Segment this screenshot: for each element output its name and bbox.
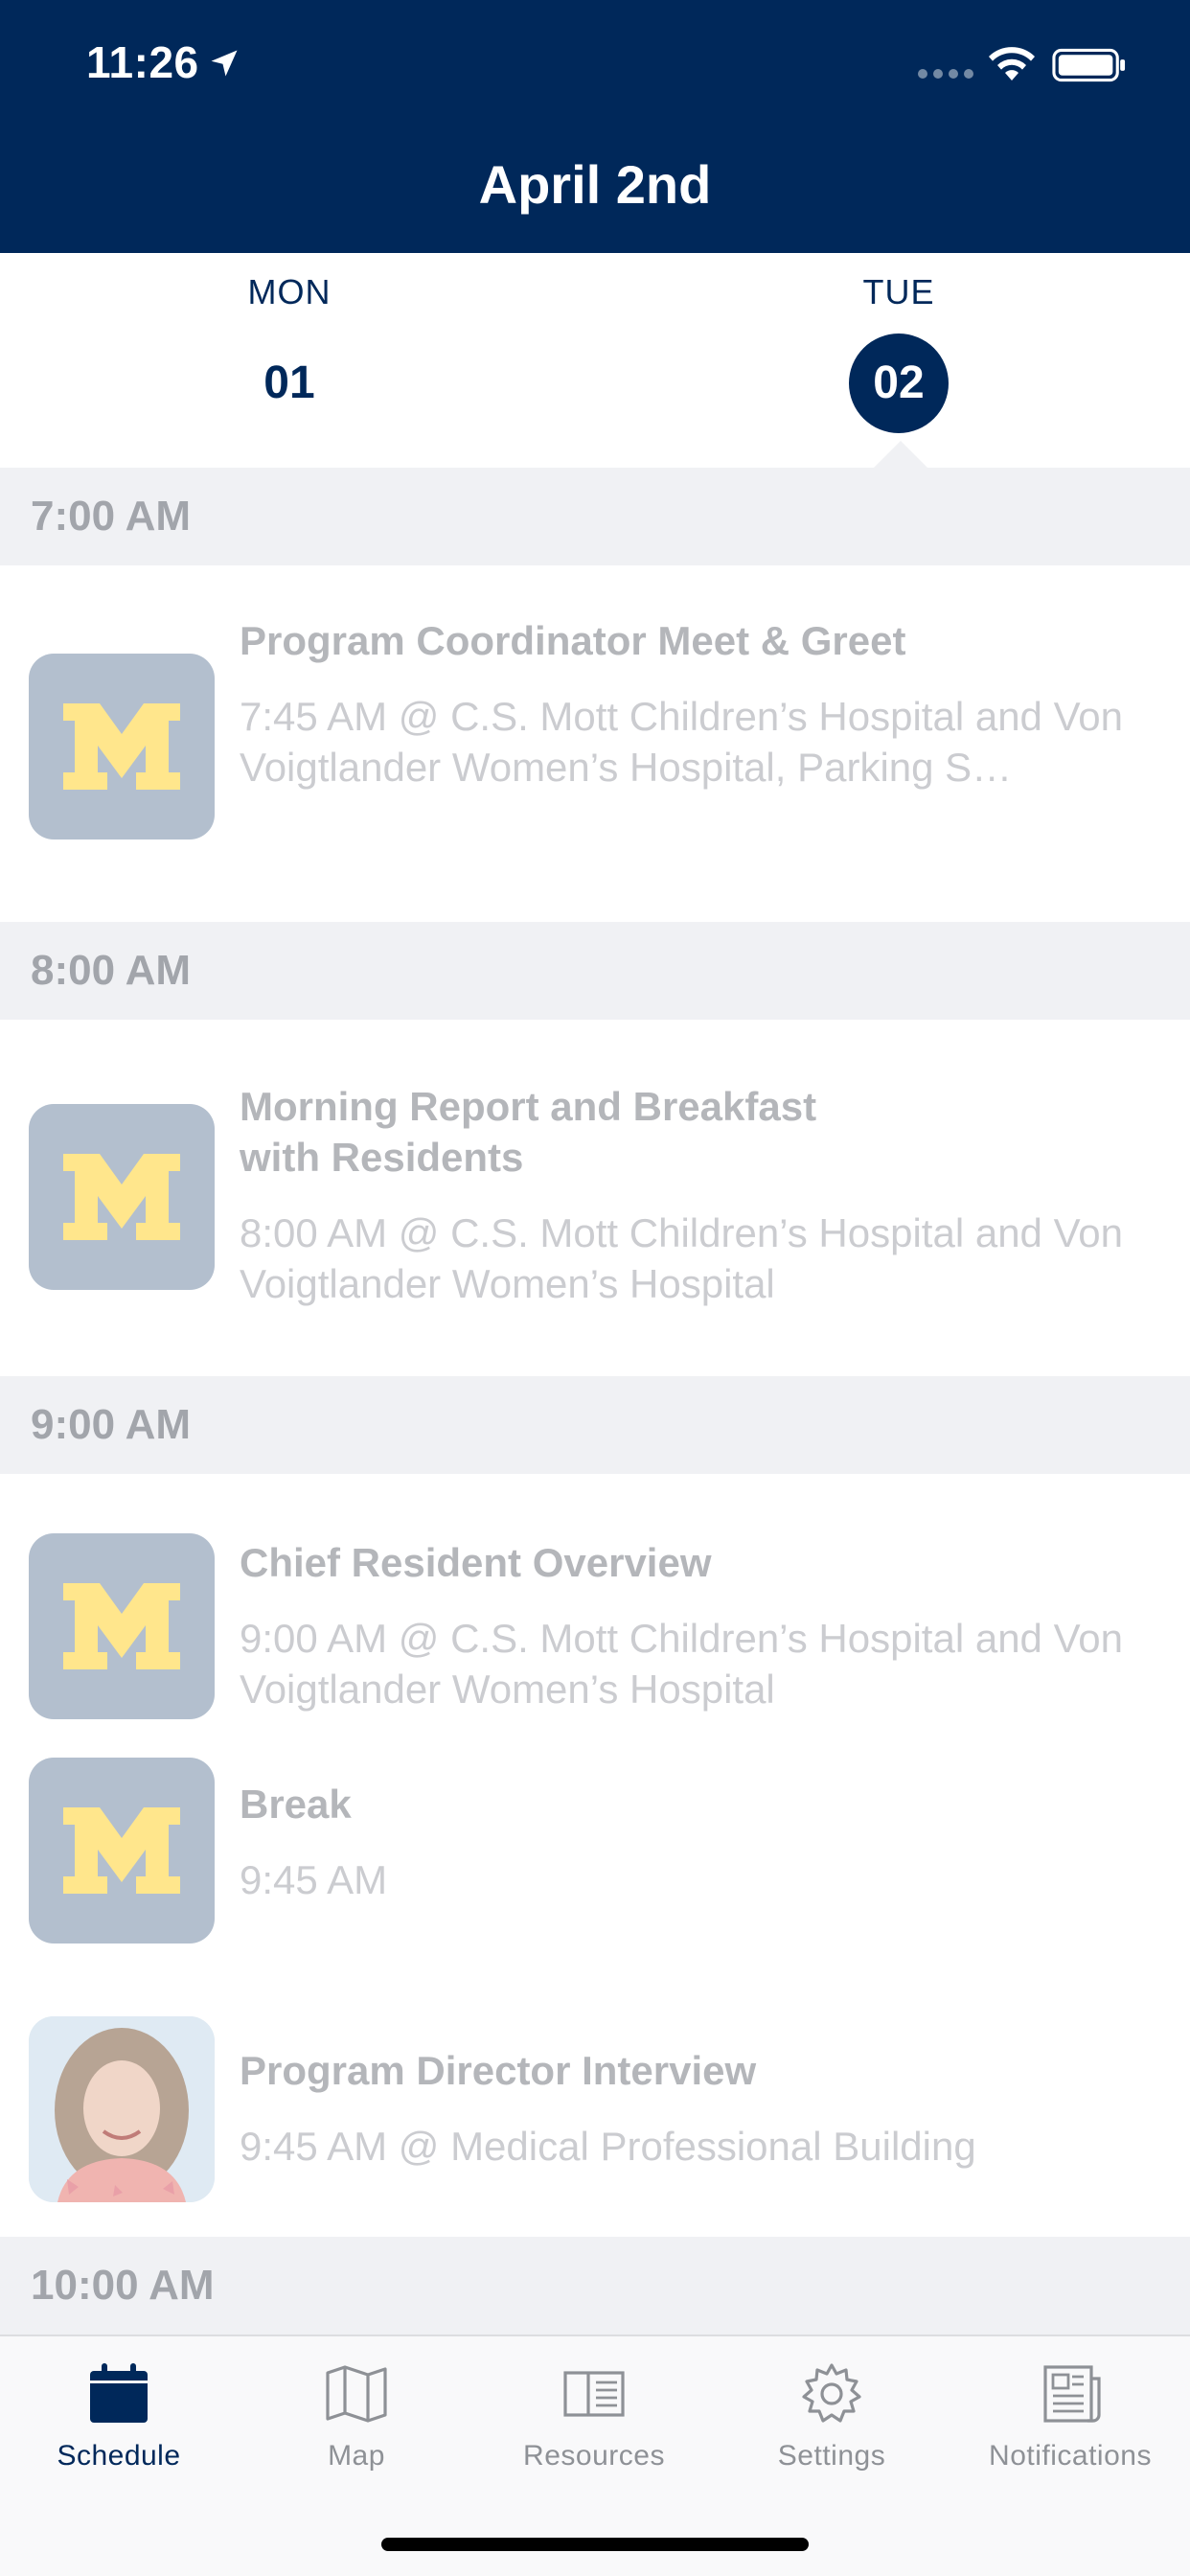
tab-resources[interactable]: Resources: [475, 2359, 713, 2472]
michigan-m-logo-icon: [29, 1758, 215, 1944]
event-title: Break: [240, 1782, 352, 1827]
event-row[interactable]: Break 9:45 AM: [0, 1748, 1190, 2014]
map-icon: [326, 2365, 387, 2423]
calendar-icon: [90, 2363, 148, 2423]
tab-label: Resources: [523, 2440, 665, 2472]
event-title: Program Director Interview: [240, 2048, 757, 2093]
day-number-selected: 02: [849, 334, 949, 433]
tab-map[interactable]: Map: [238, 2359, 475, 2472]
schedule-list[interactable]: 7:00 AM Program Coordinator Meet & Greet…: [0, 468, 1190, 2334]
home-indicator[interactable]: [381, 2538, 809, 2551]
person-photo-icon: [29, 2016, 215, 2202]
tab-notifications[interactable]: Notifications: [950, 2359, 1190, 2472]
tab-label: Notifications: [989, 2440, 1152, 2472]
status-time: 11:26: [86, 37, 199, 87]
tab-settings[interactable]: Settings: [713, 2359, 950, 2472]
tab-label: Map: [328, 2440, 385, 2472]
selected-day-pointer: [874, 441, 927, 468]
event-title: Morning Report and Breakfast with Reside…: [240, 1084, 817, 1180]
battery-icon: [1052, 48, 1126, 82]
tab-schedule[interactable]: Schedule: [0, 2359, 238, 2472]
tab-label: Settings: [777, 2440, 886, 2472]
book-icon: [563, 2371, 625, 2417]
event-title: Chief Resident Overview: [240, 1540, 712, 1585]
time-section-header: 10:00 AM: [0, 2237, 1190, 2334]
event-subtitle: 7:45 AM @ C.S. Mott Children’s Hospital …: [240, 694, 1123, 790]
newspaper-icon: [1043, 2365, 1101, 2423]
day-selector: MON 01 TUE 02: [0, 253, 1190, 468]
tab-label: Schedule: [57, 2440, 181, 2472]
michigan-m-logo-icon: [29, 1533, 215, 1719]
day-name: TUE: [862, 272, 935, 311]
event-subtitle: 9:45 AM: [240, 1857, 388, 1902]
time-section-header: 7:00 AM: [0, 468, 1190, 565]
location-arrow-icon: [211, 50, 238, 77]
time-section-header: 9:00 AM: [0, 1376, 1190, 1474]
day-name: MON: [247, 272, 332, 311]
event-subtitle: 8:00 AM @ C.S. Mott Children’s Hospital …: [240, 1210, 1123, 1306]
time-section-header: 8:00 AM: [0, 922, 1190, 1020]
michigan-m-logo-icon: [29, 654, 215, 840]
cellular-signal-icon: [918, 69, 973, 79]
day-tue[interactable]: TUE 02: [803, 272, 995, 433]
event-row[interactable]: Program Coordinator Meet & Greet 7:45 AM…: [0, 565, 1190, 922]
day-mon[interactable]: MON 01: [194, 272, 385, 433]
event-row[interactable]: Morning Report and Breakfast with Reside…: [0, 1020, 1190, 1376]
event-row[interactable]: Program Director Interview 9:45 AM @ Med…: [0, 2014, 1190, 2237]
wifi-icon: [989, 47, 1035, 80]
gear-icon: [802, 2363, 861, 2423]
page-title: April 2nd: [478, 154, 712, 215]
app-header: 11:26 April 2nd: [0, 0, 1190, 253]
event-subtitle: 9:00 AM @ C.S. Mott Children’s Hospital …: [240, 1616, 1123, 1712]
michigan-m-logo-icon: [29, 1104, 215, 1290]
day-number: 01: [263, 357, 315, 408]
event-row[interactable]: Chief Resident Overview 9:00 AM @ C.S. M…: [0, 1474, 1190, 1748]
event-subtitle: 9:45 AM @ Medical Professional Building: [240, 2124, 976, 2169]
event-title: Program Coordinator Meet & Greet: [240, 618, 906, 663]
